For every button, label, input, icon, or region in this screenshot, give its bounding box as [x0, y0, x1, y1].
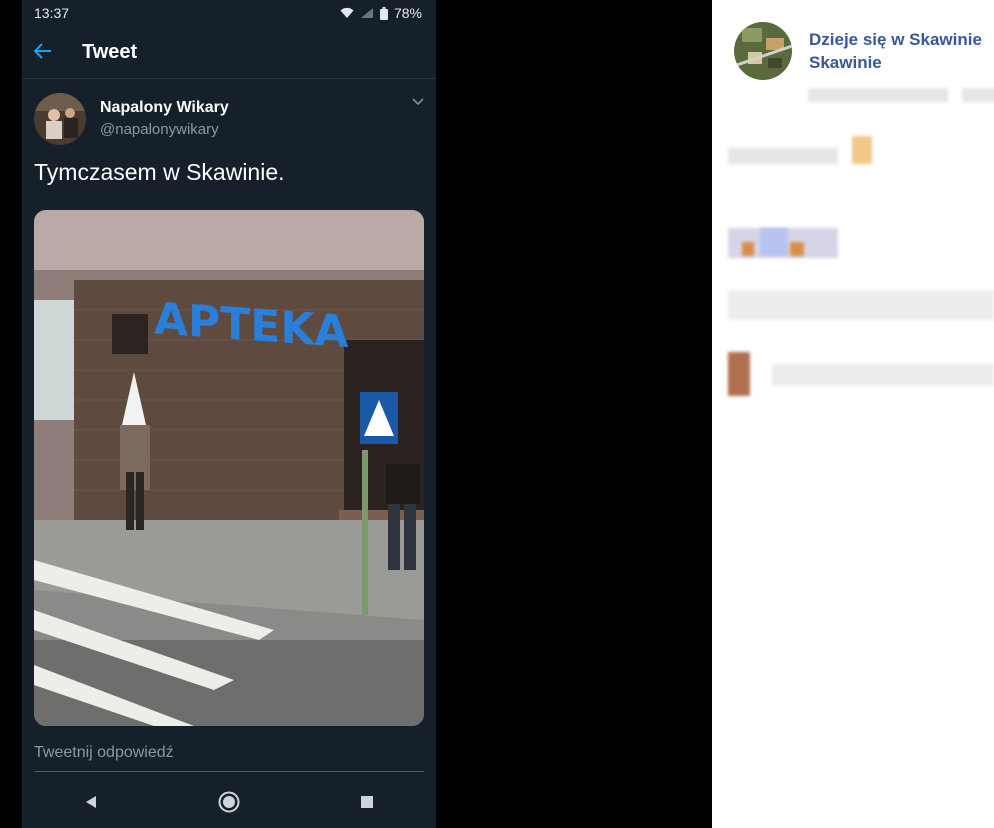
status-bar: 13:37 78% [22, 0, 436, 26]
display-name[interactable]: Napalony Wikary [100, 99, 229, 117]
tweet-photo[interactable]: APTEKA [34, 210, 424, 726]
nav-home-icon[interactable] [199, 791, 259, 813]
obscured-comment-avatar [728, 352, 750, 396]
nav-recents-icon[interactable] [337, 795, 397, 809]
android-nav-bar [22, 776, 436, 828]
page-name[interactable]: Dzieje się w Skawinie Skawinie [809, 28, 994, 74]
obscured-text [728, 148, 838, 164]
wifi-icon [340, 7, 354, 18]
facebook-post-card: Dzieje się w Skawinie Skawinie [712, 0, 994, 828]
signal-icon [360, 8, 373, 18]
page-title: Tweet [82, 40, 138, 63]
page-name-line-2[interactable]: Skawinie [809, 51, 994, 74]
app-header: Tweet [22, 26, 436, 79]
chevron-down-icon[interactable] [412, 93, 424, 109]
obscured-comment [772, 364, 994, 386]
avatar[interactable] [34, 93, 86, 145]
obscured-emoji [852, 136, 872, 164]
tweet-author: Napalony Wikary @napalonywikary [22, 79, 436, 145]
obscured-reaction-orange [742, 242, 754, 256]
phone-screenshot: 13:37 78% Tweet Napalony Wikary @napalon… [22, 0, 436, 828]
nav-back-icon[interactable] [61, 795, 121, 809]
obscured-meta-2 [962, 88, 994, 102]
obscured-reaction-orange-2 [790, 242, 804, 256]
obscured-action-bar [728, 290, 994, 320]
battery-percent: 78% [393, 5, 422, 21]
status-time: 13:37 [34, 5, 70, 21]
user-handle[interactable]: @napalonywikary [100, 121, 229, 138]
obscured-meta [808, 88, 948, 102]
back-arrow-icon[interactable] [33, 41, 74, 63]
tweet-text: Tymczasem w Skawinie. [34, 159, 285, 185]
battery-icon [379, 6, 388, 20]
reply-input[interactable]: Tweetnij odpowiedź [34, 736, 424, 772]
obscured-reaction-blue [760, 228, 788, 256]
page-name-line-1[interactable]: Dzieje się w Skawinie [809, 28, 994, 51]
page-avatar[interactable] [734, 22, 792, 80]
